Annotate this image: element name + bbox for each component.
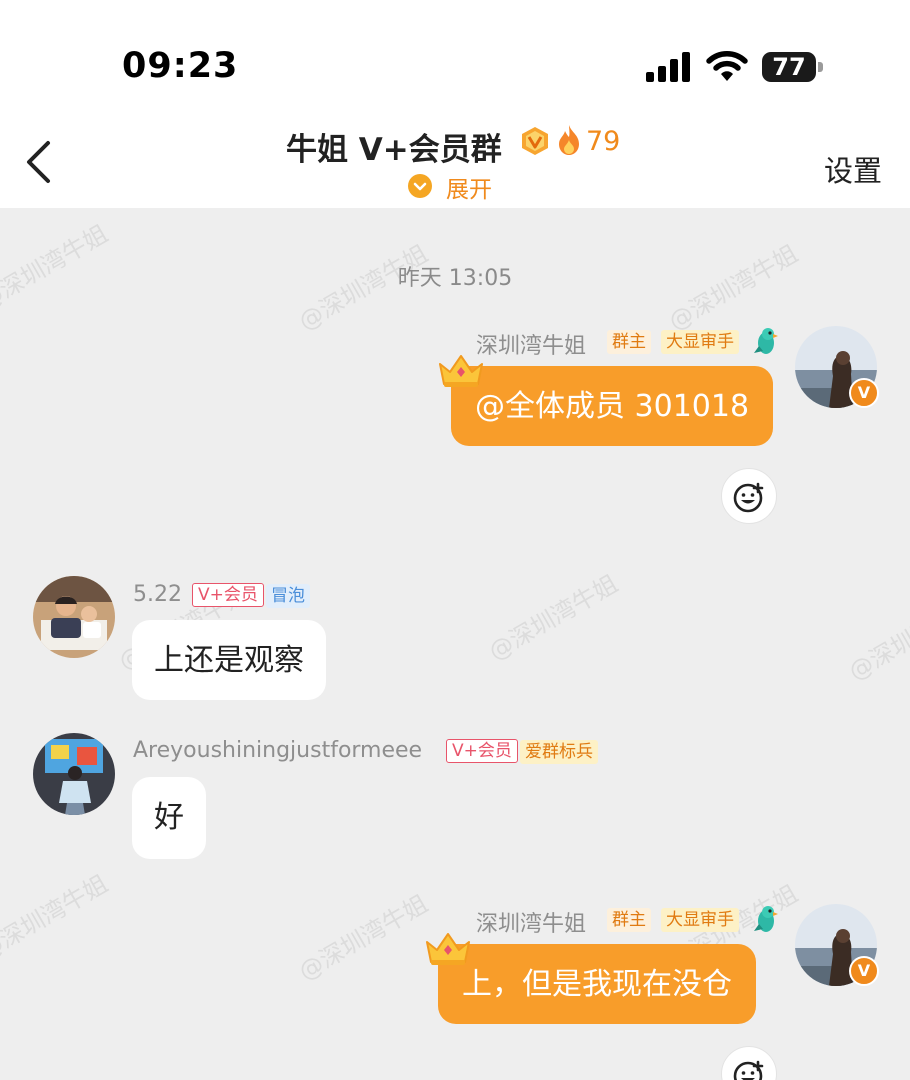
fire-count: 79 xyxy=(586,126,621,157)
title-tag: 大显审手 xyxy=(661,330,739,354)
cellular-signal-icon xyxy=(646,52,690,82)
sender-name: 深圳湾牛姐 xyxy=(476,912,587,937)
sender-name: 深圳湾牛姐 xyxy=(476,334,587,359)
parrot-badge-icon xyxy=(754,906,778,932)
battery-level: 77 xyxy=(772,53,806,81)
message-bubble[interactable]: 上，但是我现在没仓 xyxy=(438,944,756,1024)
avatar[interactable] xyxy=(33,576,115,658)
status-bar: 09:23 77 xyxy=(0,0,910,110)
wifi-icon xyxy=(706,51,748,81)
watermark: @深圳湾牛姐 xyxy=(293,889,433,986)
message-bubble[interactable]: 上还是观察 xyxy=(132,620,326,700)
watermark: @深圳湾牛姐 xyxy=(0,869,113,966)
sender-name: 5.22 xyxy=(133,582,182,607)
add-reaction-button[interactable] xyxy=(721,468,777,524)
chat-area[interactable]: @深圳湾牛姐 @深圳湾牛姐 @深圳湾牛姐 @深圳湾牛姐 @深圳湾牛姐 @深圳湾牛… xyxy=(0,208,910,1080)
title-tag: 爱群标兵 xyxy=(520,740,598,764)
message-bubble[interactable]: 好 xyxy=(132,777,206,859)
message-bubble[interactable]: @全体成员 301018 xyxy=(451,366,774,446)
parrot-badge-icon xyxy=(754,328,778,354)
smiley-plus-icon xyxy=(733,482,764,513)
battery-icon: 77 xyxy=(762,52,824,82)
expand-button[interactable]: 展开 xyxy=(446,170,492,204)
add-reaction-button[interactable] xyxy=(721,1046,777,1080)
navigation-bar: 牛姐 V+会员群 79 展开 设置 xyxy=(0,110,910,208)
owner-tag: 群主 xyxy=(607,330,651,354)
fire-icon xyxy=(559,125,579,155)
verified-v-icon: V xyxy=(849,956,879,986)
crown-icon xyxy=(439,355,483,387)
status-time: 09:23 xyxy=(122,46,239,86)
watermark: @深圳湾牛姐 xyxy=(483,569,623,666)
watermark: @深圳湾牛姐 xyxy=(843,589,910,686)
verified-v-badge-icon xyxy=(522,127,548,155)
group-title: 牛姐 V+会员群 xyxy=(286,132,502,168)
crown-icon xyxy=(426,933,470,965)
chevron-down-circle-icon[interactable] xyxy=(408,174,432,198)
avatar[interactable] xyxy=(33,733,115,815)
sender-name: Areyoushiningjustformeee xyxy=(133,738,423,763)
verified-v-icon: V xyxy=(849,378,879,408)
smiley-plus-icon xyxy=(733,1060,764,1080)
title-tag: 大显审手 xyxy=(661,908,739,932)
vip-member-tag: V+会员 xyxy=(192,583,264,607)
vip-member-tag: V+会员 xyxy=(446,739,518,763)
settings-button[interactable]: 设置 xyxy=(824,148,882,190)
level-tag: 冒泡 xyxy=(266,584,310,608)
owner-tag: 群主 xyxy=(607,908,651,932)
back-arrow-icon[interactable] xyxy=(24,140,54,184)
message-timestamp: 昨天 13:05 xyxy=(397,266,513,291)
